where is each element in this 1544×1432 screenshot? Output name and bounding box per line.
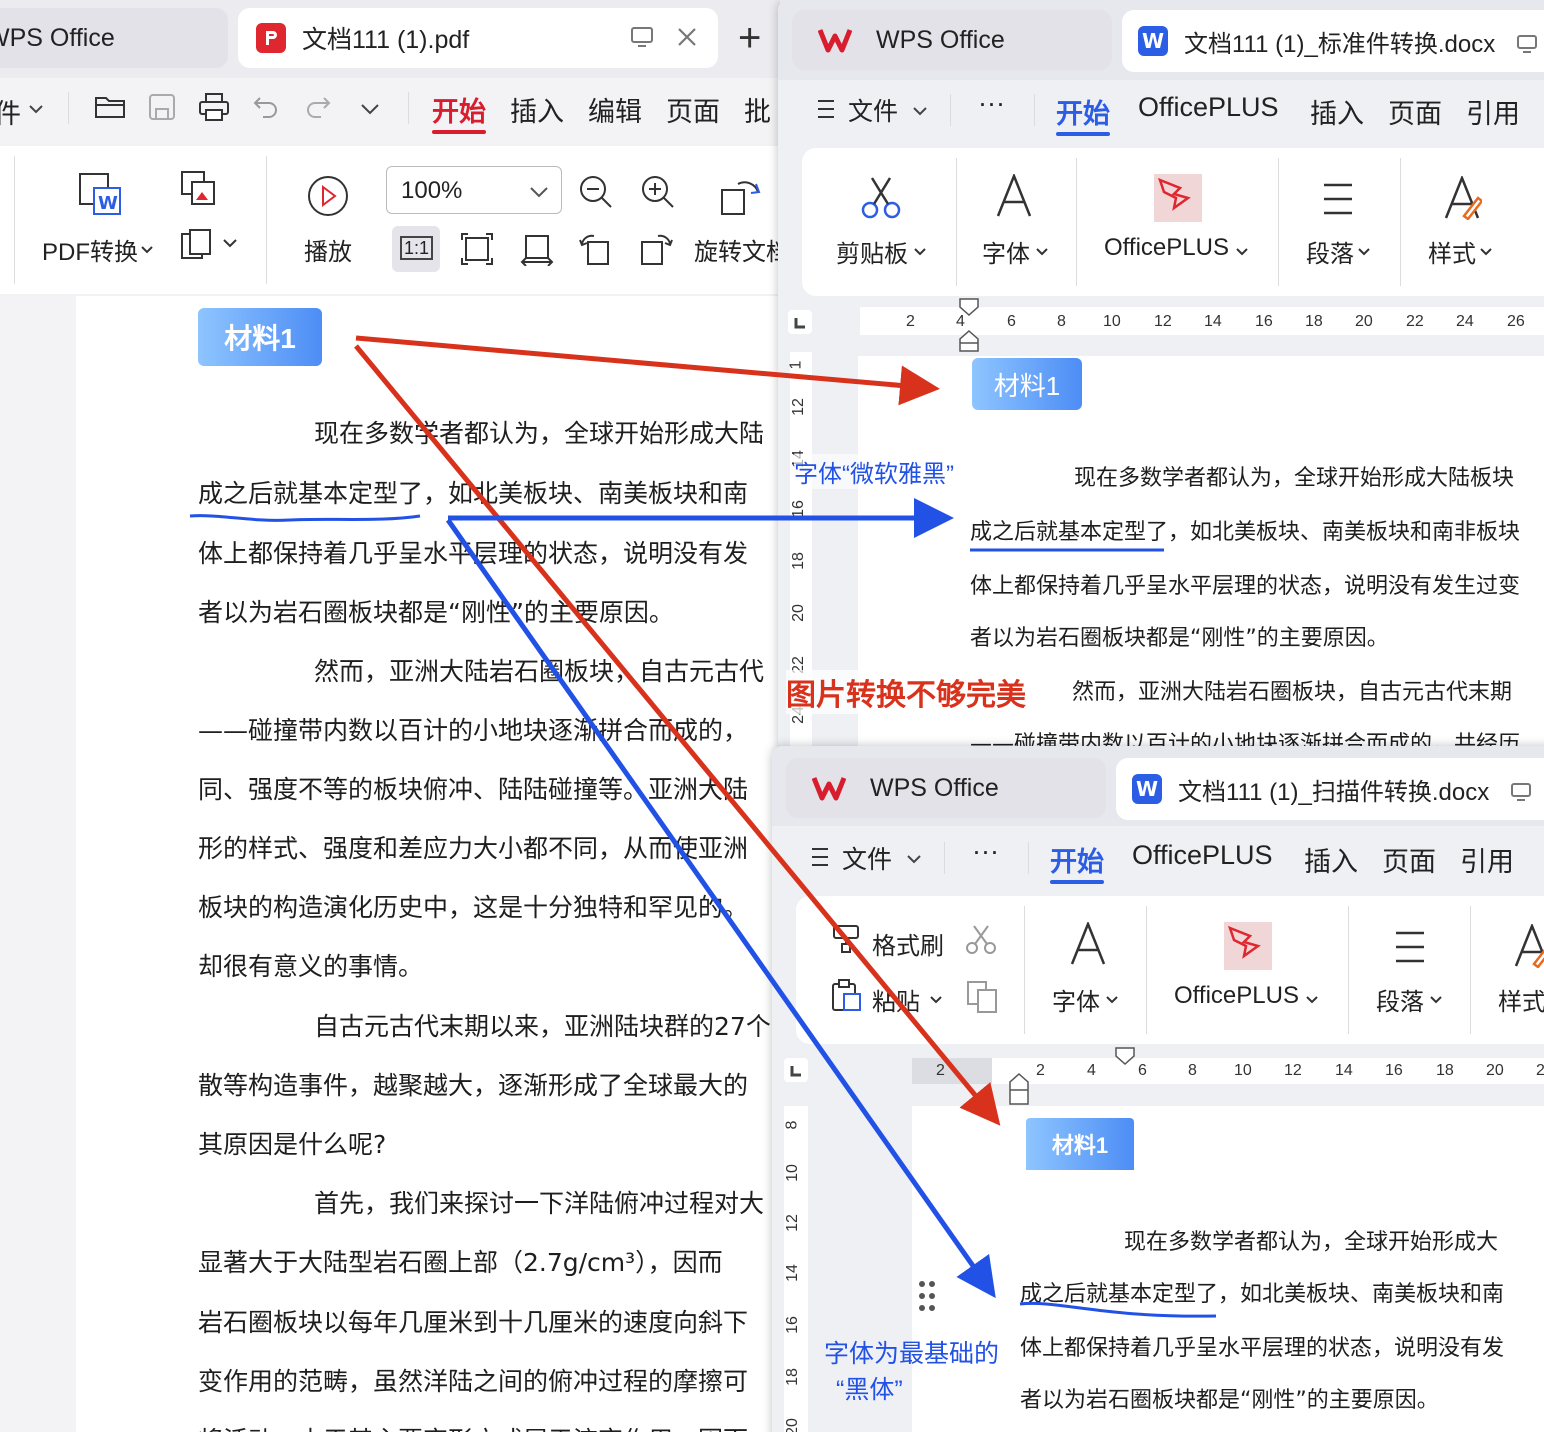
red-arrow-to-standard <box>355 335 940 406</box>
annotation-font-heiti: 字体为最基础的 <box>824 1340 1000 1368</box>
annotation-image-imperfect: 图片转换不够完美 <box>786 670 1026 714</box>
annotation-font-yahei: 字体“微软雅黑” <box>794 454 954 489</box>
blue-arrow-to-scan <box>445 518 996 1299</box>
scan-underline <box>1019 1301 1217 1318</box>
annotation-arrows <box>189 335 1217 1318</box>
pdf-underline <box>189 514 421 522</box>
annotation-font-heiti-2: “黑体” <box>836 1376 903 1404</box>
